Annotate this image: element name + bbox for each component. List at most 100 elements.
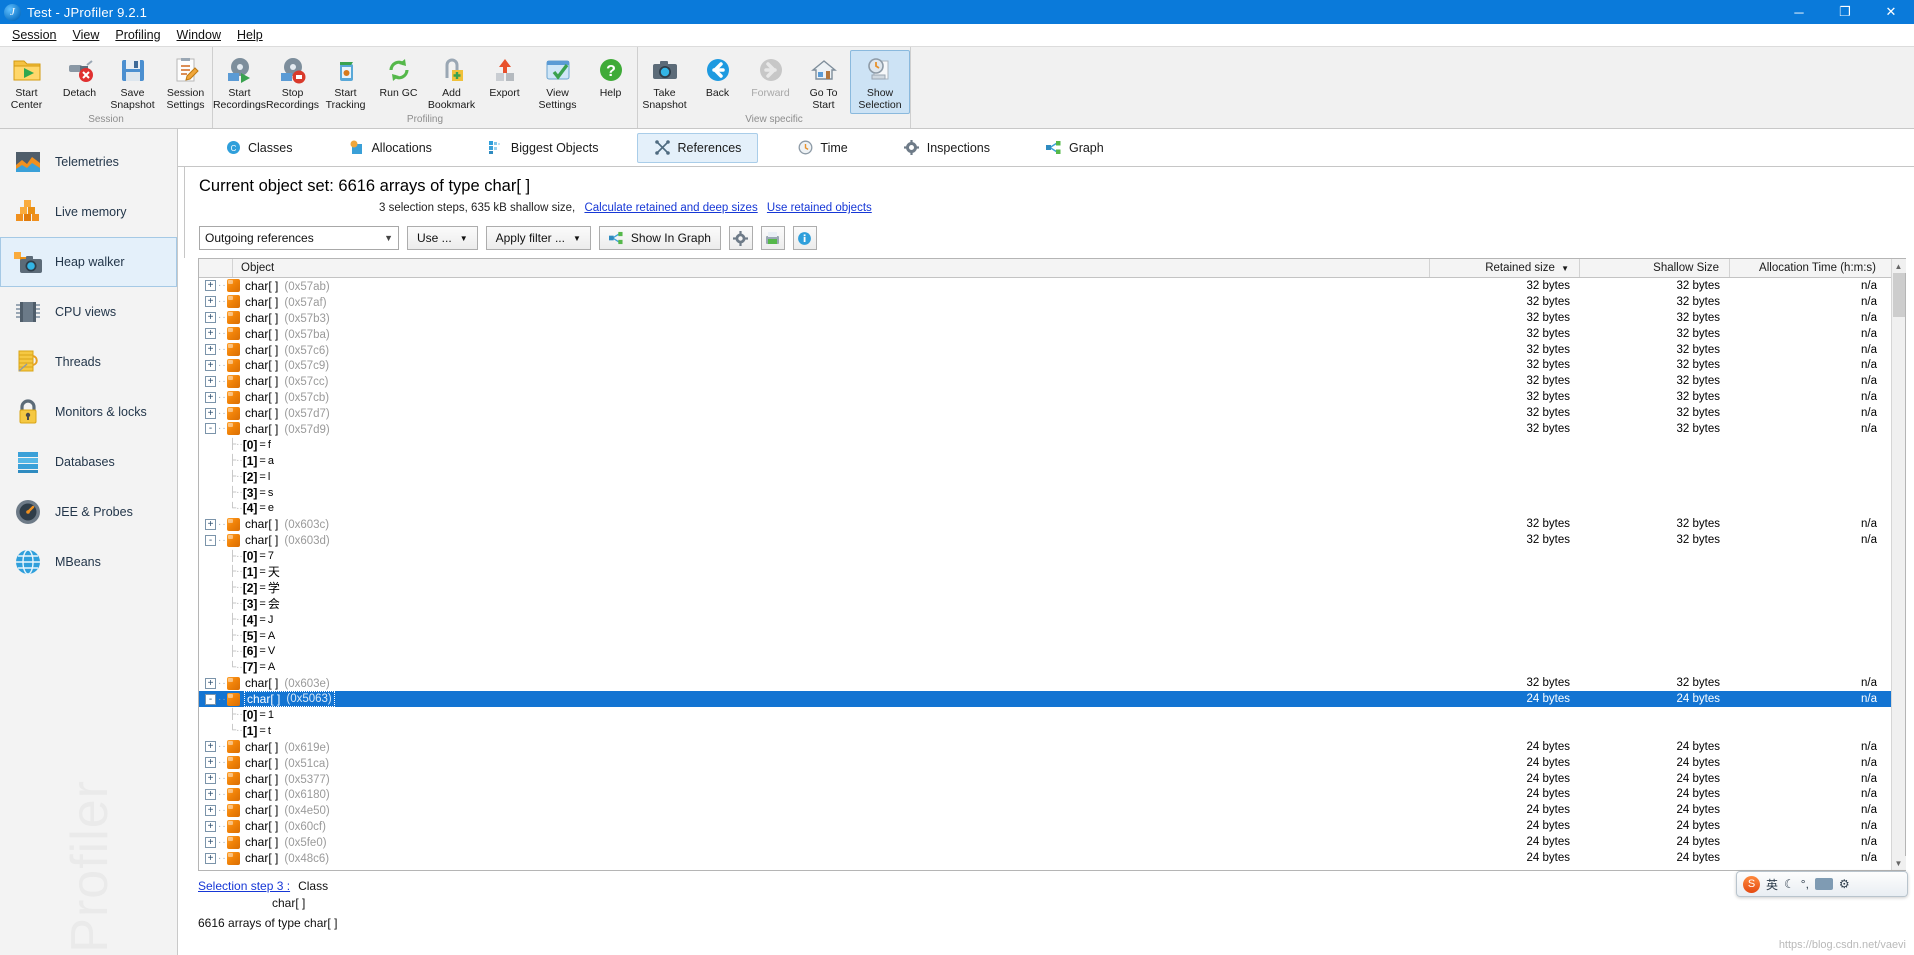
expand-icon[interactable]: + (205, 852, 216, 864)
expand-icon[interactable]: + (205, 518, 216, 530)
sogou-logo-icon[interactable]: S (1743, 875, 1760, 893)
table-row[interactable]: - ·· char[ ] (0x57d9) 32 bytes 32 bytes n/a (199, 421, 1905, 437)
scroll-down-arrow[interactable]: ▼ (1891, 856, 1906, 870)
sidebar-item-heap-walker[interactable]: Heap walker (0, 237, 177, 287)
view-settings-toolbar-button[interactable] (728, 226, 753, 250)
table-row[interactable]: └·· [7] = A (199, 659, 1905, 675)
expand-icon[interactable]: + (205, 407, 216, 419)
keyboard-icon[interactable] (1814, 878, 1833, 890)
expand-icon[interactable]: + (205, 804, 216, 816)
table-row[interactable]: + ·· char[ ] (0x603e) 32 bytes 32 bytes n/a (199, 675, 1905, 691)
table-row[interactable]: + ·· char[ ] (0x57b3) 32 bytes 32 bytes n/a (199, 310, 1905, 326)
calculate-retained-link[interactable]: Calculate retained and deep sizes (584, 202, 757, 214)
sidebar-item-live-memory[interactable]: Live memory (0, 187, 177, 237)
add-bookmark-button[interactable]: Add Bookmark (425, 50, 478, 114)
export-table-button[interactable] (760, 226, 785, 250)
run-gc-button[interactable]: Run GC (372, 50, 425, 114)
toolbox-icon[interactable]: ⚙ (1839, 877, 1850, 891)
table-row[interactable]: + ·· char[ ] (0x5fe0) 24 bytes 24 bytes n/a (199, 834, 1905, 850)
menu-window[interactable]: Window (169, 26, 229, 44)
tab-time[interactable]: Time (780, 133, 864, 163)
table-row[interactable]: ├·· [2] = l (199, 469, 1905, 485)
go-to-start-button[interactable]: Go To Start (797, 50, 850, 114)
tab-inspections[interactable]: Inspections (887, 133, 1007, 163)
expand-icon[interactable]: + (205, 677, 216, 689)
punctuation-toggle[interactable]: °, (1801, 877, 1809, 891)
table-header-retained-size[interactable]: Retained size ▼ (1430, 259, 1580, 277)
show-selection-button[interactable]: Show Selection (850, 50, 910, 114)
table-row[interactable]: + ·· char[ ] (0x48c6) 24 bytes 24 bytes n/a (199, 850, 1905, 866)
view-settings-button[interactable]: View Settings (531, 50, 584, 114)
table-row[interactable]: + ·· char[ ] (0x6180) 24 bytes 24 bytes n/a (199, 787, 1905, 803)
minimize-icon[interactable]: ─ (1776, 0, 1822, 24)
table-row[interactable]: + ·· char[ ] (0x51ca) 24 bytes 24 bytes n/a (199, 755, 1905, 771)
table-row[interactable]: + ·· char[ ] (0x57c6) 32 bytes 32 bytes n/a (199, 342, 1905, 358)
table-row[interactable]: ├·· [3] = 会 (199, 596, 1905, 612)
use-button[interactable]: Use ... ▼ (407, 226, 478, 250)
expand-icon[interactable]: + (205, 788, 216, 800)
start-tracking-button[interactable]: Start Tracking (319, 50, 372, 114)
close-icon[interactable]: ✕ (1868, 0, 1914, 24)
table-row[interactable]: ├·· [4] = J (199, 612, 1905, 628)
tab-graph[interactable]: Graph (1029, 133, 1121, 163)
detach-button[interactable]: Detach (53, 50, 106, 114)
table-row[interactable]: + ·· char[ ] (0x57af) 32 bytes 32 bytes n/a (199, 294, 1905, 310)
table-row[interactable]: + ·· char[ ] (0x57ba) 32 bytes 32 bytes n/a (199, 326, 1905, 342)
table-row[interactable]: ├·· [2] = 学 (199, 580, 1905, 596)
expand-icon[interactable]: + (205, 296, 216, 308)
tab-classes[interactable]: C Classes (208, 133, 309, 163)
table-header-shallow-size[interactable]: Shallow Size (1580, 259, 1730, 277)
sidebar-item-jee-probes[interactable]: JEE & Probes (0, 487, 177, 537)
table-row[interactable]: ├·· [5] = A (199, 628, 1905, 644)
table-row[interactable]: └·· [1] = t (199, 723, 1905, 739)
table-body[interactable]: + ·· char[ ] (0x57ab) 32 bytes 32 bytes n/a + ··… (199, 278, 1905, 870)
tab-allocations[interactable]: Allocations (331, 133, 448, 163)
table-row[interactable]: ├·· [1] = a (199, 453, 1905, 469)
save-snapshot-button[interactable]: Save Snapshot (106, 50, 159, 114)
expand-icon[interactable]: + (205, 741, 216, 753)
take-snapshot-button[interactable]: Take Snapshot (638, 50, 691, 114)
table-row[interactable]: ├·· [0] = 7 (199, 548, 1905, 564)
table-row[interactable]: + ·· char[ ] (0x603c) 32 bytes 32 bytes n/a (199, 516, 1905, 532)
apply-filter-button[interactable]: Apply filter ... ▼ (485, 226, 591, 250)
scroll-track[interactable] (1892, 273, 1906, 856)
expand-icon[interactable]: + (205, 328, 216, 340)
sidebar-item-threads[interactable]: Threads (0, 337, 177, 387)
expand-icon[interactable]: + (205, 280, 216, 292)
table-row[interactable]: + ·· char[ ] (0x4e50) 24 bytes 24 bytes n/a (199, 802, 1905, 818)
table-row[interactable]: + ·· char[ ] (0x57ab) 32 bytes 32 bytes n/a (199, 278, 1905, 294)
expand-icon[interactable]: + (205, 391, 216, 403)
table-vertical-scrollbar[interactable]: ▲ ▼ (1891, 259, 1906, 870)
start-center-button[interactable]: Start Center (0, 50, 53, 114)
stop-recordings-button[interactable]: Stop Recordings (266, 50, 319, 114)
expand-icon[interactable]: + (205, 375, 216, 387)
sidebar-item-databases[interactable]: Databases (0, 437, 177, 487)
menu-help[interactable]: Help (229, 26, 271, 44)
start-recordings-button[interactable]: Start Recordings (213, 50, 266, 114)
expand-icon[interactable]: + (205, 836, 216, 848)
sidebar-item-monitors-locks[interactable]: Monitors & locks (0, 387, 177, 437)
table-header-object[interactable]: Object (233, 259, 1430, 277)
table-row[interactable]: + ·· char[ ] (0x57d7) 32 bytes 32 bytes n/a (199, 405, 1905, 421)
back-button[interactable]: Back (691, 50, 744, 114)
ime-toolbar[interactable]: S 英 ☾ °, ⚙ (1736, 871, 1908, 897)
table-row[interactable]: + ·· char[ ] (0x619e) 24 bytes 24 bytes n/a (199, 739, 1905, 755)
expand-icon[interactable]: + (205, 757, 216, 769)
tab-references[interactable]: References (637, 132, 759, 163)
table-row[interactable]: + ·· char[ ] (0x57cb) 32 bytes 32 bytes n/a (199, 389, 1905, 405)
sidebar-item-cpu-views[interactable]: CPU views (0, 287, 177, 337)
maximize-icon[interactable]: ❐ (1822, 0, 1868, 24)
table-row[interactable]: ├·· [0] = 1 (199, 707, 1905, 723)
menu-profiling[interactable]: Profiling (107, 26, 168, 44)
table-row[interactable]: - ·· char[ ] (0x603d) 32 bytes 32 bytes n/a (199, 532, 1905, 548)
table-header-allocation-time[interactable]: Allocation Time (h:m:s) (1730, 259, 1905, 277)
moon-icon[interactable]: ☾ (1784, 877, 1795, 891)
help-button[interactable]: ? Help (584, 50, 637, 114)
expand-icon[interactable]: + (205, 344, 216, 355)
table-row[interactable]: ├·· [6] = V (199, 643, 1905, 659)
expand-icon[interactable]: + (205, 359, 216, 371)
selection-step-link[interactable]: Selection step 3 : (198, 879, 290, 893)
table-row[interactable]: + ·· char[ ] (0x5377) 24 bytes 24 bytes n/a (199, 771, 1905, 787)
reference-mode-select[interactable]: Outgoing references ▼ (199, 226, 399, 250)
table-row[interactable]: ├·· [0] = f (199, 437, 1905, 453)
